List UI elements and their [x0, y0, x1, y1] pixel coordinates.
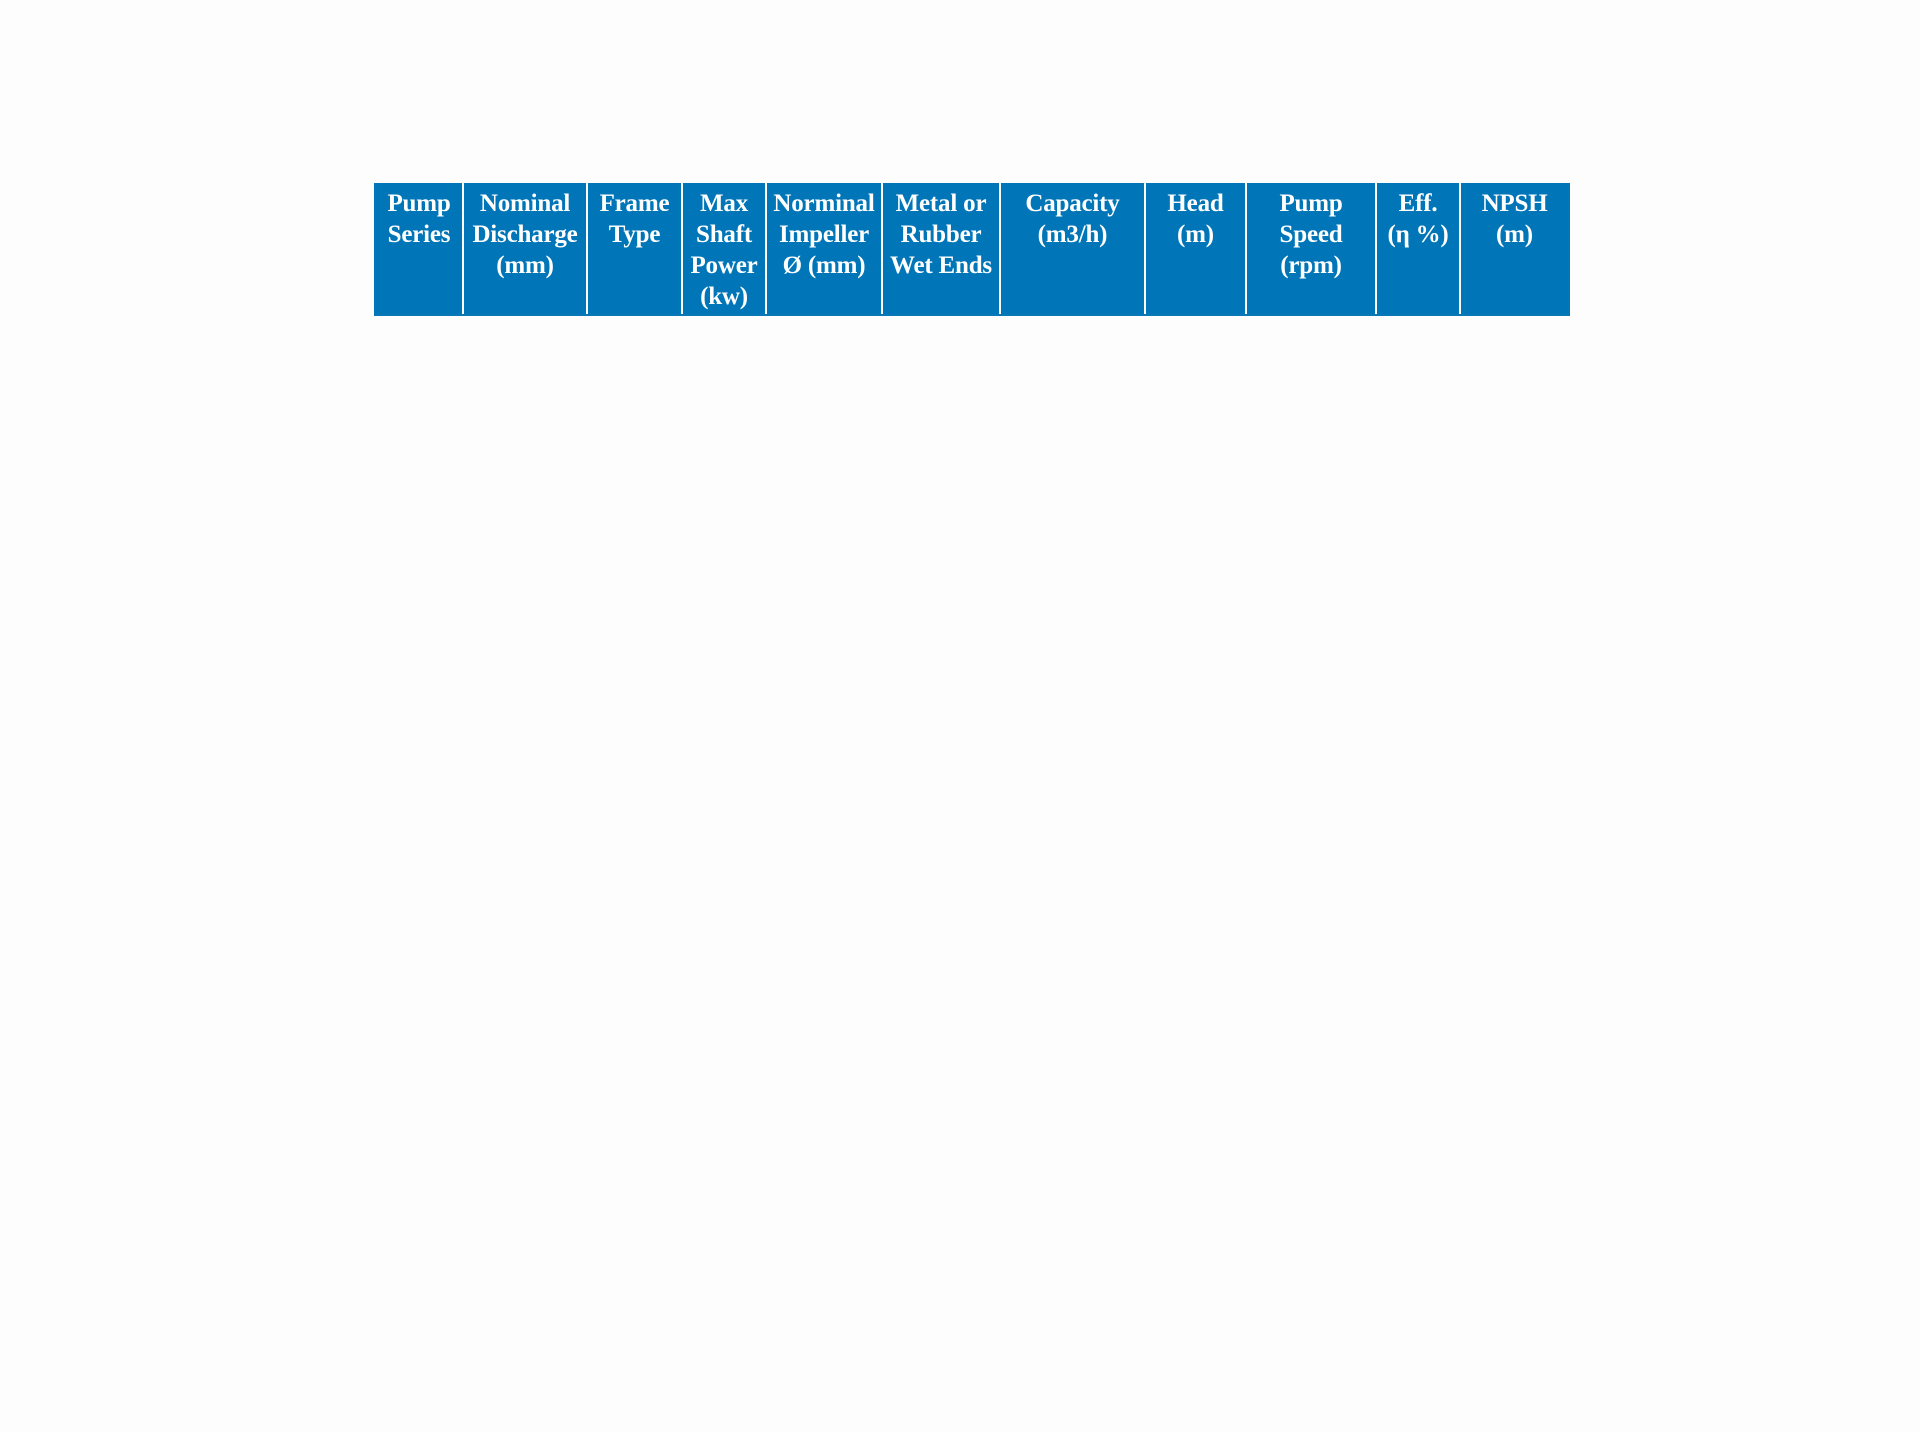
pump-spec-table-container: Pump Series Nominal Discharge (mm) Frame… [374, 183, 1570, 316]
table-header-row: Pump Series Nominal Discharge (mm) Frame… [374, 183, 1570, 316]
column-header-nominal-discharge: Nominal Discharge (mm) [462, 183, 588, 316]
column-header-max-shaft-power: Max Shaft Power (kw) [681, 183, 767, 316]
column-header-npsh: NPSH (m) [1459, 183, 1570, 316]
column-header-frame-type: Frame Type [586, 183, 683, 316]
pump-spec-table: Pump Series Nominal Discharge (mm) Frame… [374, 183, 1570, 316]
column-header-pump-series: Pump Series [374, 183, 464, 316]
column-header-capacity: Capacity (m3/h) [999, 183, 1146, 316]
column-header-efficiency: Eff. (η %) [1375, 183, 1461, 316]
column-header-wet-ends: Metal or Rubber Wet Ends [881, 183, 1001, 316]
column-header-head: Head (m) [1144, 183, 1247, 316]
column-header-pump-speed: Pump Speed (rpm) [1245, 183, 1377, 316]
column-header-nominal-impeller-diameter: Norminal Impeller Ø (mm) [765, 183, 883, 316]
